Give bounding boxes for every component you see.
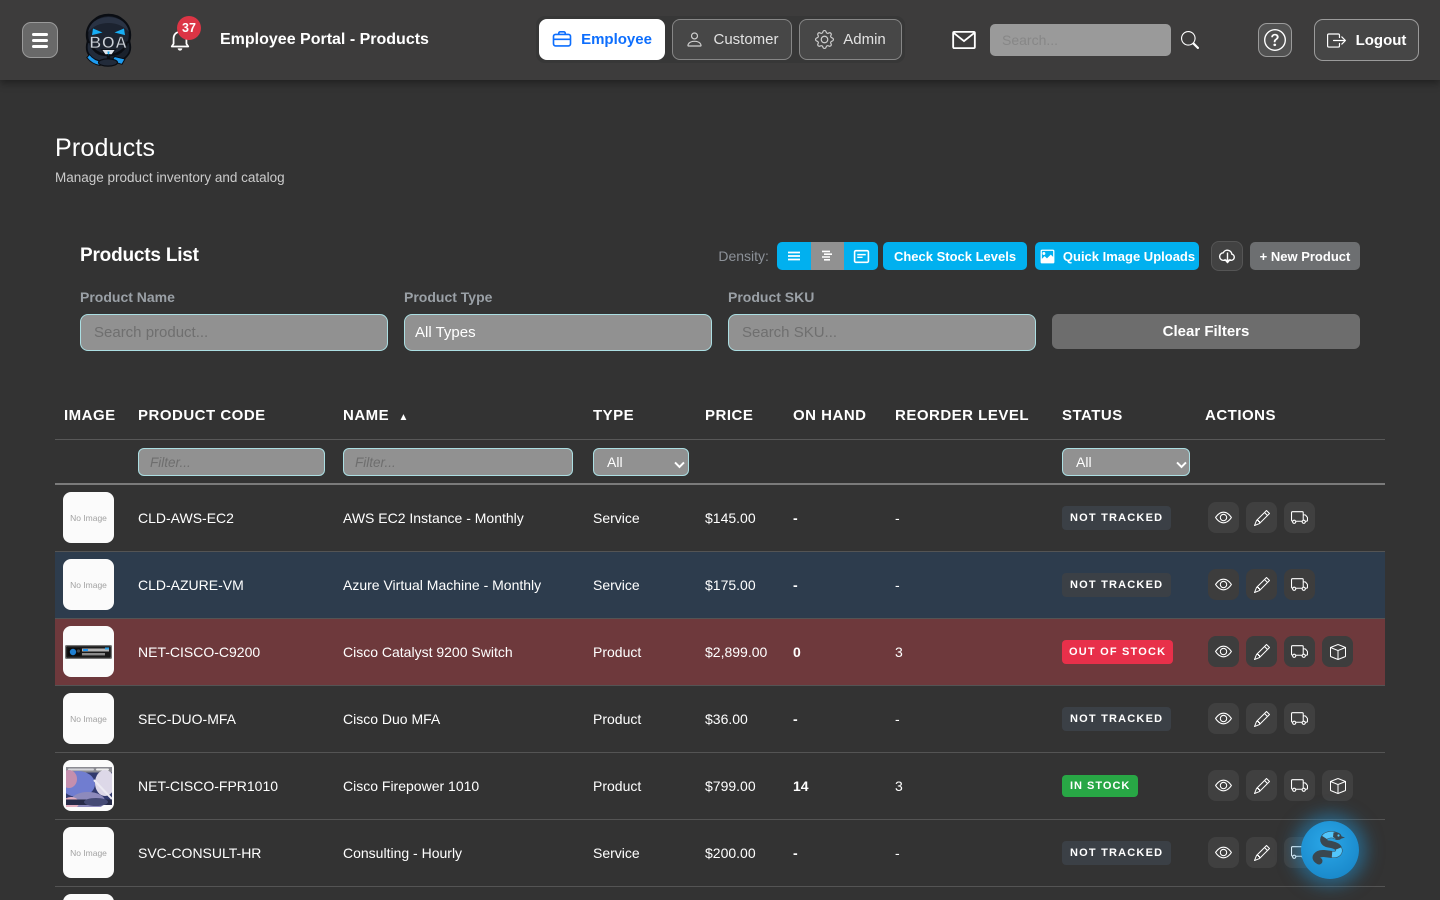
- svg-text:BOA: BOA: [89, 34, 127, 52]
